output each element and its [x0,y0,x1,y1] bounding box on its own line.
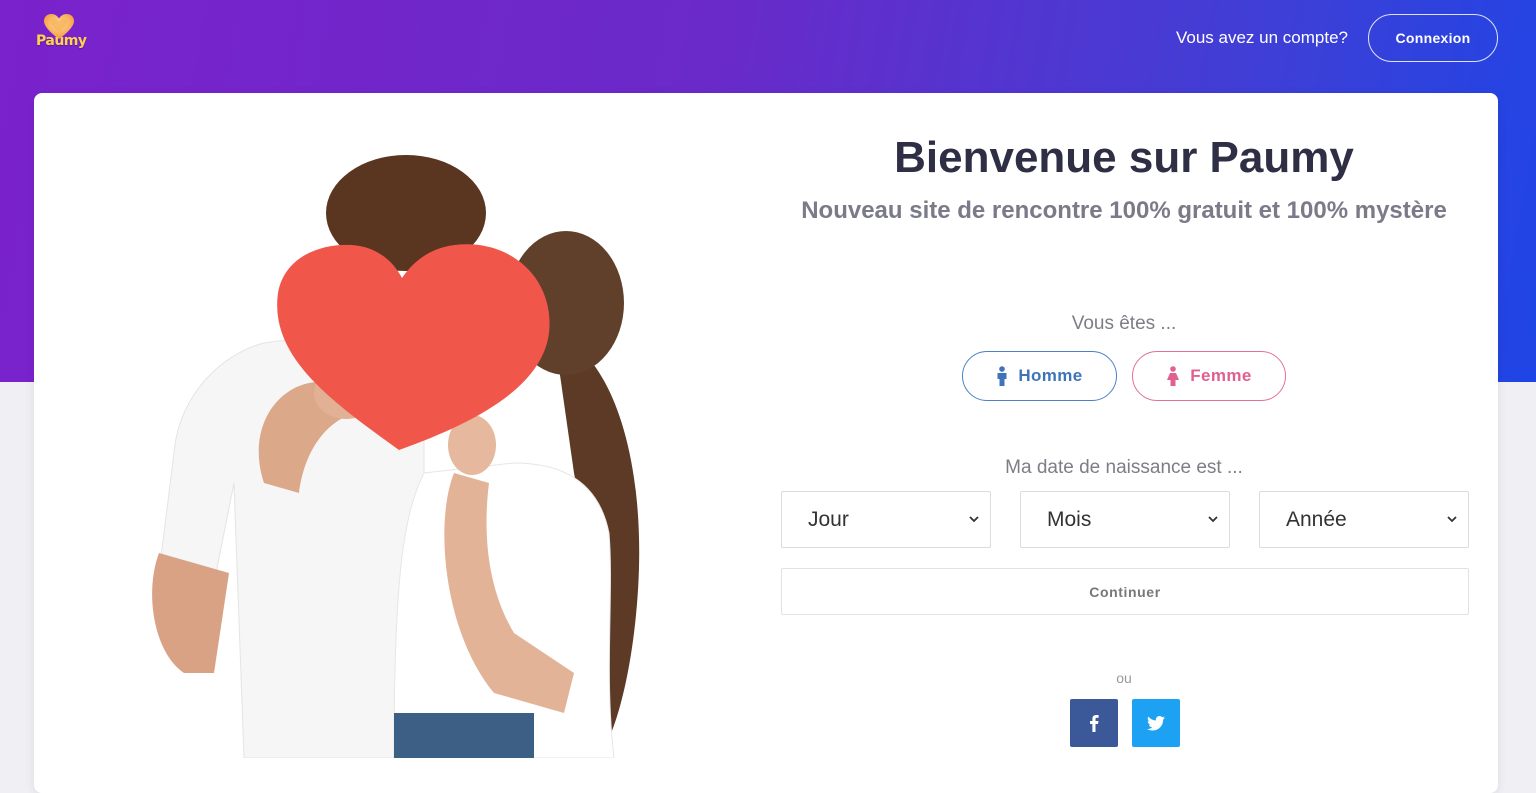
continue-button[interactable]: Continuer [781,568,1469,615]
or-separator: ou [1116,670,1132,686]
female-icon [1167,366,1180,386]
account-question: Vous avez un compte? [1175,28,1348,47]
facebook-icon [1090,715,1099,732]
chevron-down-icon [1447,516,1457,523]
gender-woman-label: Femme [1190,366,1252,385]
gender-man-button[interactable]: Homme [962,351,1117,401]
couple-with-heart-image [94,153,694,758]
month-select[interactable]: Mois [1020,491,1230,548]
twitter-login-button[interactable] [1132,699,1180,747]
signup-card: Bienvenue sur Paumy Nouveau site de renc… [34,93,1498,793]
chevron-down-icon [1208,516,1218,523]
gender-woman-button[interactable]: Femme [1132,351,1286,401]
page-subtitle: Nouveau site de rencontre 100% gratuit e… [801,197,1447,224]
day-select[interactable]: Jour [781,491,991,548]
male-icon [997,366,1007,386]
page-title: Bienvenue sur Paumy [894,133,1354,182]
paumy-logo[interactable]: Paumy [36,14,87,54]
twitter-icon [1147,715,1165,731]
month-select-value: Mois [1047,507,1092,531]
gender-man-label: Homme [1018,366,1083,385]
chevron-down-icon [969,516,979,523]
year-select-value: Année [1286,507,1347,531]
birthdate-prompt: Ma date de naissance est ... [1005,457,1243,478]
day-select-value: Jour [808,507,849,531]
logo-text: Paumy [36,33,87,49]
login-button[interactable]: Connexion [1368,14,1498,62]
year-select[interactable]: Année [1259,491,1469,548]
facebook-login-button[interactable] [1070,699,1118,747]
gender-prompt: Vous êtes ... [1071,313,1177,334]
